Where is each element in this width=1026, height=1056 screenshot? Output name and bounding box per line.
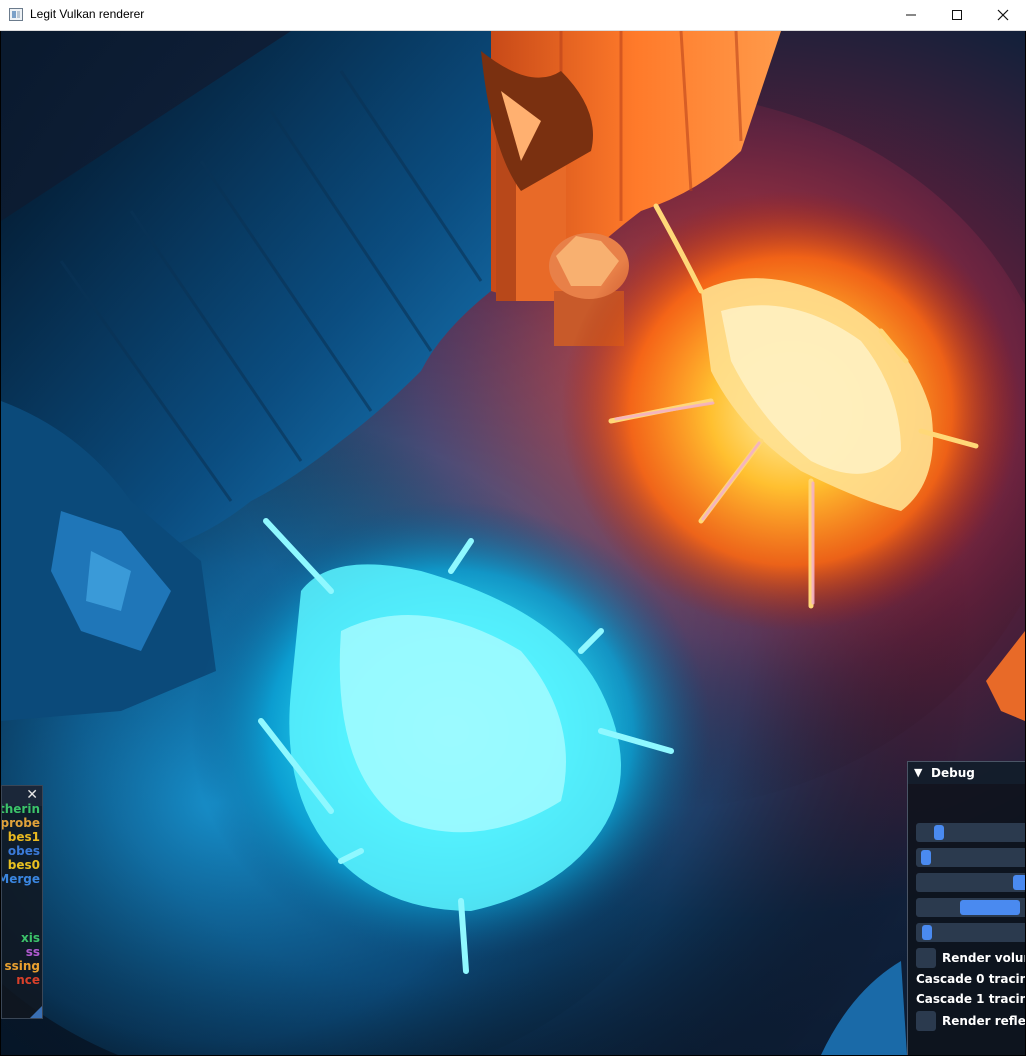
app-window-icon — [9, 8, 23, 21]
render-reflect-label: Render reflect — [942, 1014, 1025, 1028]
render-volume-checkbox[interactable] — [916, 948, 936, 968]
rendered-scene — [1, 31, 1025, 1055]
debug-slider[interactable] — [916, 848, 1025, 867]
render-viewport[interactable]: ✕ athering probebes1obesbes0Merge xisssss… — [1, 31, 1025, 1055]
collapse-arrow-icon[interactable]: ▼ — [914, 766, 922, 779]
debug-slider[interactable] — [916, 873, 1025, 892]
debug-slider[interactable] — [916, 823, 1025, 842]
slider-grab[interactable] — [922, 925, 932, 940]
profiler-legend-item: bes1 — [7, 830, 40, 844]
debug-slider[interactable] — [916, 898, 1025, 917]
minimize-button[interactable] — [888, 0, 934, 30]
render-reflect-checkbox[interactable] — [916, 1011, 936, 1031]
profiler-window[interactable]: ✕ athering probebes1obesbes0Merge xisssss… — [1, 785, 43, 1019]
maximize-icon — [952, 10, 962, 20]
resize-grip-icon[interactable] — [30, 1006, 42, 1018]
profiler-legend-item: nce — [16, 973, 40, 987]
profiler-legend-item: ss — [25, 945, 40, 959]
profiler-legend-item: g probe — [1, 816, 40, 830]
profiler-legend-item: ssing — [4, 959, 40, 973]
debug-window[interactable]: ▼ Debug Render volume Cascade 0 tracing … — [907, 761, 1025, 1055]
profiler-legend-item: atherin — [2, 802, 40, 816]
slider-grab[interactable] — [934, 825, 944, 840]
debug-slider[interactable] — [916, 923, 1025, 942]
profiler-legend-item: Merge — [1, 872, 40, 886]
cascade0-label: Cascade 0 tracing c — [916, 972, 1025, 986]
profiler-legend-item: obes — [7, 844, 40, 858]
debug-title: Debug — [931, 766, 975, 780]
maximize-button[interactable] — [934, 0, 980, 30]
close-icon — [997, 9, 1009, 21]
profiler-legend-item: xis — [21, 931, 40, 945]
slider-grab[interactable] — [960, 900, 1020, 915]
cascade1-label: Cascade 1 tracing c — [916, 992, 1025, 1006]
close-button[interactable] — [980, 0, 1026, 30]
slider-grab[interactable] — [921, 850, 931, 865]
window-title: Legit Vulkan renderer — [30, 7, 145, 21]
profiler-legend-item: bes0 — [7, 858, 40, 872]
window-titlebar[interactable]: Legit Vulkan renderer — [0, 0, 1026, 31]
render-volume-label: Render volume — [942, 951, 1025, 965]
debug-titlebar[interactable]: ▼ Debug — [908, 762, 1025, 784]
slider-grab[interactable] — [1013, 875, 1025, 890]
profiler-close-icon[interactable]: ✕ — [26, 788, 38, 802]
minimize-icon — [906, 14, 916, 16]
